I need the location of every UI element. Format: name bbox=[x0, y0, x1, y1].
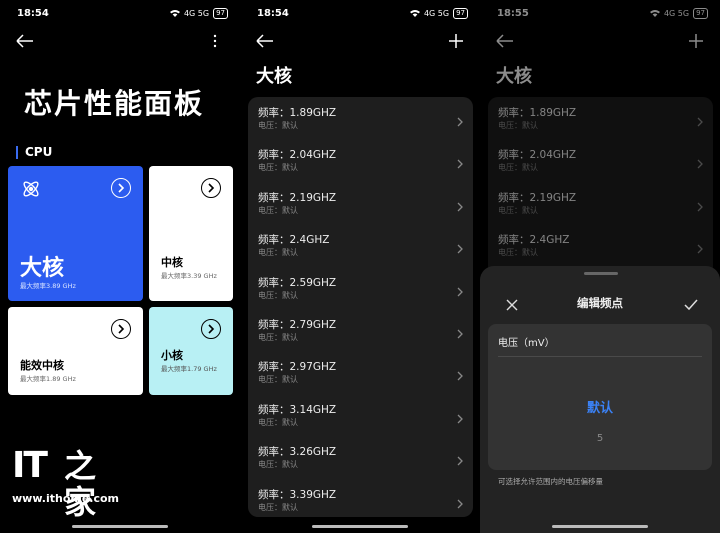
chevron-right-icon bbox=[457, 197, 463, 212]
chevron-right-icon bbox=[457, 451, 463, 466]
divider bbox=[498, 356, 702, 357]
home-indicator[interactable] bbox=[552, 525, 648, 528]
frequency-value: 频率：3.26GHZ bbox=[258, 446, 337, 459]
back-arrow-icon[interactable] bbox=[16, 33, 34, 49]
frequency-value: 频率：3.14GHZ bbox=[258, 403, 337, 416]
more-menu-icon[interactable] bbox=[212, 33, 218, 49]
card-name: 中核 bbox=[161, 256, 183, 269]
chevron-right-icon bbox=[457, 154, 463, 169]
frequency-row[interactable]: 频率：2.97GHZ 电压：默认 bbox=[248, 351, 473, 393]
status-icons: 4G 5G 97 bbox=[409, 8, 468, 19]
frequency-value: 频率：3.39GHZ bbox=[258, 488, 337, 501]
watermark-logo: IT bbox=[12, 445, 48, 486]
voltage-picker-selected[interactable]: 默认 bbox=[488, 397, 712, 416]
chevron-right-icon[interactable] bbox=[201, 178, 221, 198]
small-core-card[interactable]: 小核 最大频率1.79 GHz bbox=[149, 307, 233, 395]
voltage-value: 电压：默认 bbox=[258, 460, 298, 470]
voltage-value: 电压：默认 bbox=[258, 290, 298, 300]
frequency-value: 频率：2.04GHZ bbox=[258, 149, 337, 162]
edit-frequency-sheet: 编辑频点 电压（mV） 默认 5 可选择允许范围内的电压偏移量 bbox=[480, 266, 720, 533]
voltage-value: 电压：默认 bbox=[258, 375, 298, 385]
voltage-hint: 可选择允许范围内的电压偏移量 bbox=[498, 477, 603, 486]
home-indicator[interactable] bbox=[72, 525, 168, 528]
screen-edit-frequency: 18:55 4G 5G 97 大核 频率：1.89GHZ 电压：默认 频率：2.04… bbox=[480, 0, 720, 533]
frequency-row[interactable]: 频率：2.4GHZ 电压：默认 bbox=[248, 224, 473, 266]
chevron-right-icon bbox=[457, 409, 463, 424]
frequency-row[interactable]: 频率：1.89GHZ 电压：默认 bbox=[248, 97, 473, 139]
card-name: 大核 bbox=[20, 256, 65, 281]
big-core-card[interactable]: 大核 最大频率3.89 GHz bbox=[8, 166, 143, 301]
chevron-right-icon[interactable] bbox=[201, 319, 221, 339]
voltage-value: 电压：默认 bbox=[258, 205, 298, 215]
chevron-right-icon bbox=[457, 239, 463, 254]
chevron-right-icon bbox=[457, 366, 463, 381]
page-title: 芯片性能面板 bbox=[24, 87, 205, 120]
card-max-frequency: 最大频率3.39 GHz bbox=[161, 272, 217, 280]
confirm-check-icon[interactable] bbox=[684, 296, 698, 311]
frequency-row[interactable]: 频率：3.14GHZ 电压：默认 bbox=[248, 394, 473, 436]
chevron-right-icon bbox=[457, 324, 463, 339]
watermark-url: www.ithome.com bbox=[12, 492, 120, 505]
atom-icon bbox=[20, 178, 42, 204]
voltage-value: 电压：默认 bbox=[258, 121, 298, 130]
frequency-row[interactable]: 频率：2.79GHZ 电压：默认 bbox=[248, 309, 473, 351]
home-indicator[interactable] bbox=[312, 525, 408, 528]
mid-core-card[interactable]: 中核 最大频率3.39 GHz bbox=[149, 166, 233, 301]
frequency-list: 频率：1.89GHZ 电压：默认 频率：2.04GHZ 电压：默认 频率：2.19GHZ… bbox=[248, 97, 473, 517]
page-title: 大核 bbox=[256, 66, 292, 87]
chevron-right-icon[interactable] bbox=[111, 319, 131, 339]
frequency-value: 频率：2.79GHZ bbox=[258, 319, 337, 331]
frequency-row[interactable]: 频率：2.19GHZ 电压：默认 bbox=[248, 182, 473, 224]
frequency-row[interactable]: 频率：2.04GHZ 电压：默认 bbox=[248, 139, 473, 181]
status-time: 18:54 bbox=[17, 8, 49, 19]
frequency-row[interactable]: 频率：3.39GHZ 电压：默认 bbox=[248, 479, 473, 517]
card-max-frequency: 最大频率1.89 GHz bbox=[20, 375, 76, 383]
battery-icon: 97 bbox=[213, 8, 228, 19]
chevron-right-icon bbox=[457, 112, 463, 127]
voltage-value: 电压：默认 bbox=[258, 417, 298, 427]
status-bar: 18:54 4G 5G 97 bbox=[17, 8, 228, 22]
battery-icon: 97 bbox=[453, 8, 468, 19]
network-label: 4G 5G bbox=[423, 9, 450, 18]
screen-chip-panel: 18:54 4G 5G 97 芯片性能面板 CPU 大核 最大频率3.89 GH… bbox=[0, 0, 240, 533]
frequency-row[interactable]: 频率：2.59GHZ 电压：默认 bbox=[248, 267, 473, 309]
cpu-section-label: CPU bbox=[16, 146, 52, 159]
add-icon[interactable] bbox=[448, 33, 464, 49]
back-arrow-icon[interactable] bbox=[256, 33, 274, 49]
voltage-value: 电压：默认 bbox=[258, 333, 298, 342]
chevron-right-icon bbox=[457, 282, 463, 297]
wifi-icon bbox=[169, 9, 180, 19]
voltage-value: 电压：默认 bbox=[258, 163, 298, 173]
frequency-value: 频率：2.4GHZ bbox=[258, 234, 330, 247]
frequency-value: 频率：2.97GHZ bbox=[258, 361, 337, 374]
voltage-value: 电压：默认 bbox=[258, 248, 298, 258]
voltage-value: 电压：默认 bbox=[258, 502, 298, 512]
screen-big-core-list: 18:54 4G 5G 97 大核 频率：1.89GHZ 电压：默认 频率：2.04… bbox=[240, 0, 480, 533]
status-time: 18:54 bbox=[257, 8, 289, 19]
card-max-frequency: 最大频率3.89 GHz bbox=[20, 282, 76, 290]
chevron-right-icon bbox=[457, 494, 463, 509]
frequency-value: 频率：2.19GHZ bbox=[258, 191, 337, 204]
sheet-drag-handle[interactable] bbox=[584, 272, 618, 275]
status-bar: 18:54 4G 5G 97 bbox=[257, 8, 468, 22]
efficiency-core-card[interactable]: 能效中核 最大频率1.89 GHz bbox=[8, 307, 143, 395]
watermark-logo-zh: 之家 bbox=[64, 447, 97, 521]
voltage-label: 电压（mV） bbox=[498, 338, 555, 349]
card-max-frequency: 最大频率1.79 GHz bbox=[161, 365, 217, 373]
chevron-right-icon[interactable] bbox=[111, 178, 131, 198]
voltage-picker-panel: 电压（mV） 默认 5 bbox=[488, 324, 712, 470]
wifi-icon bbox=[409, 9, 420, 19]
card-name: 小核 bbox=[161, 349, 183, 362]
network-label: 4G 5G bbox=[183, 9, 210, 18]
frequency-value: 频率：2.59GHZ bbox=[258, 276, 337, 289]
card-name: 能效中核 bbox=[20, 359, 64, 372]
frequency-row[interactable]: 频率：3.26GHZ 电压：默认 bbox=[248, 436, 473, 478]
voltage-picker-option[interactable]: 5 bbox=[488, 433, 712, 444]
status-icons: 4G 5G 97 bbox=[169, 8, 228, 19]
frequency-value: 频率：1.89GHZ bbox=[258, 107, 337, 119]
